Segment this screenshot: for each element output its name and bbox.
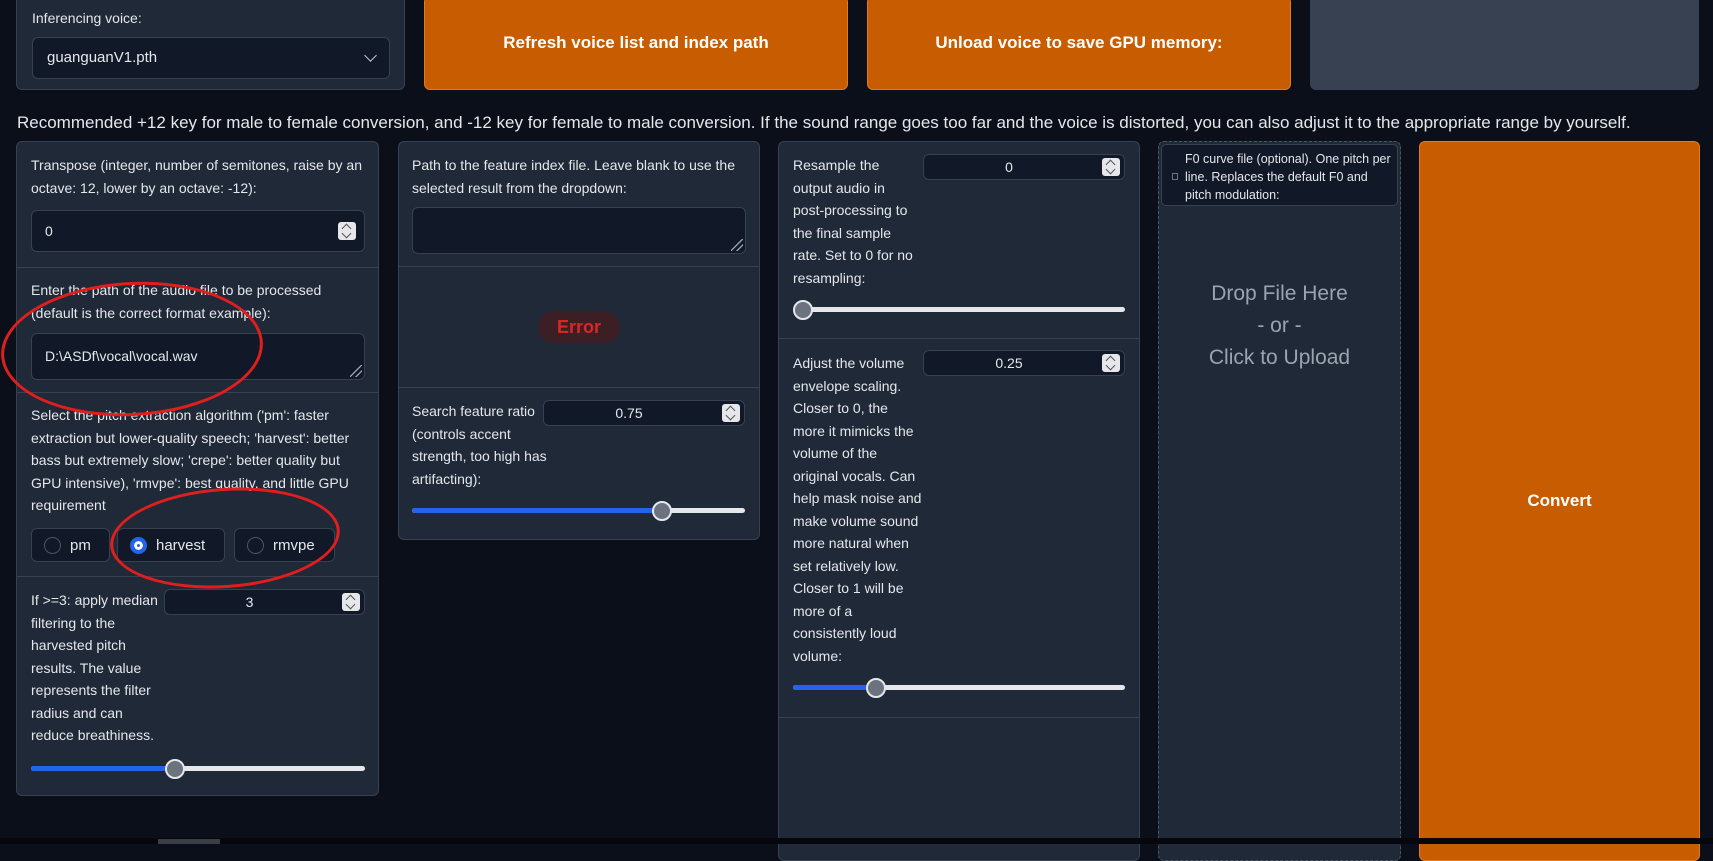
radio-pm-label: pm	[70, 536, 91, 554]
median-filter-slider[interactable]	[31, 758, 365, 779]
slider-fill	[31, 766, 175, 771]
or-text: - or -	[1257, 314, 1302, 337]
transpose-input[interactable]: 0	[31, 210, 365, 252]
transpose-label: Transpose (integer, number of semitones,…	[31, 157, 362, 196]
feature-ratio-value: 0.75	[615, 405, 643, 421]
slider-thumb[interactable]	[793, 299, 813, 320]
slider-thumb[interactable]	[866, 677, 886, 698]
median-filter-input[interactable]: 3	[164, 589, 365, 615]
pitch-algorithm-label: Select the pitch extraction algorithm ('…	[31, 407, 350, 513]
resample-input[interactable]: 0	[923, 154, 1125, 180]
divider	[779, 338, 1139, 339]
radio-harvest-indicator	[130, 536, 147, 554]
f0-file-header: F0 curve file (optional). One pitch per …	[1161, 144, 1398, 206]
divider	[17, 267, 378, 268]
radio-rmvpe-indicator	[247, 536, 264, 554]
resize-grip-icon[interactable]	[350, 365, 362, 377]
slider-fill	[412, 508, 662, 513]
volume-envelope-label: Adjust the volume envelope scaling. Clos…	[793, 355, 922, 664]
stepper-icon[interactable]	[1102, 158, 1120, 176]
divider	[17, 392, 378, 393]
bottom-scrollbar[interactable]	[0, 838, 1713, 844]
voice-panel: Inferencing voice: guanguanV1.pth	[16, 0, 405, 90]
stepper-icon[interactable]	[1102, 354, 1120, 372]
resize-grip-icon[interactable]	[731, 239, 743, 251]
pitch-radio-group: pm harvest rmvpe	[31, 528, 371, 562]
slider-thumb[interactable]	[651, 500, 672, 521]
empty-panel	[1310, 0, 1699, 90]
slider-thumb[interactable]	[164, 758, 185, 779]
volume-envelope-value: 0.25	[995, 355, 1023, 371]
f0-file-upload[interactable]: F0 curve file (optional). One pitch per …	[1158, 141, 1401, 861]
radio-rmvpe-label: rmvpe	[273, 536, 315, 554]
resample-label: Resample the output audio in post-proces…	[793, 157, 913, 286]
audio-path-input[interactable]: D:\ASDf\vocal\vocal.wav	[31, 333, 365, 380]
divider	[399, 387, 759, 388]
refresh-voice-button[interactable]: Refresh voice list and index path	[424, 0, 848, 90]
radio-pm-indicator	[44, 536, 61, 554]
voice-selected: guanguanV1.pth	[47, 49, 158, 66]
index-path-label: Path to the feature index file. Leave bl…	[412, 157, 735, 196]
stepper-icon[interactable]	[342, 593, 360, 611]
feature-ratio-label: Search feature ratio (controls accent st…	[412, 403, 547, 487]
unload-voice-button[interactable]: Unload voice to save GPU memory:	[867, 0, 1291, 90]
volume-envelope-slider[interactable]	[793, 677, 1125, 698]
divider	[399, 266, 759, 267]
median-filter-label: If >=3: apply median filtering to the ha…	[31, 592, 158, 743]
voice-dropdown[interactable]: guanguanV1.pth	[32, 37, 390, 79]
median-filter-value: 3	[245, 594, 254, 610]
resample-slider[interactable]	[793, 299, 1125, 320]
slider-fill	[793, 685, 876, 690]
index-path-input[interactable]	[412, 207, 746, 254]
stepper-icon[interactable]	[338, 222, 356, 240]
error-badge: Error	[538, 311, 620, 343]
transpose-value: 0	[45, 223, 53, 239]
file-icon	[1172, 173, 1178, 180]
chevron-down-icon	[364, 49, 377, 62]
voice-label: Inferencing voice:	[32, 10, 142, 26]
audio-path-label: Enter the path of the audio file to be p…	[31, 282, 322, 321]
resample-value: 0	[1005, 159, 1013, 175]
radio-harvest[interactable]: harvest	[117, 528, 225, 562]
click-upload-text: Click to Upload	[1208, 346, 1351, 369]
transpose-hint: Recommended +12 key for male to female c…	[17, 113, 1631, 132]
f0-file-label: F0 curve file (optional). One pitch per …	[1185, 152, 1391, 202]
divider	[17, 576, 378, 577]
drop-file-text: Drop File Here	[1211, 282, 1348, 305]
divider	[779, 717, 1139, 718]
feature-ratio-input[interactable]: 0.75	[543, 400, 745, 426]
stepper-icon[interactable]	[722, 404, 740, 422]
scrollbar-thumb[interactable]	[158, 839, 220, 844]
radio-rmvpe[interactable]: rmvpe	[234, 528, 335, 562]
audio-path-value: D:\ASDf\vocal\vocal.wav	[45, 348, 198, 364]
convert-button[interactable]: Convert	[1419, 141, 1700, 861]
feature-ratio-slider[interactable]	[412, 500, 745, 521]
drop-zone-text[interactable]: Drop File Here - or - Click to Upload	[1159, 278, 1400, 374]
volume-envelope-input[interactable]: 0.25	[923, 350, 1125, 376]
radio-pm[interactable]: pm	[31, 528, 110, 562]
radio-harvest-label: harvest	[156, 536, 206, 554]
